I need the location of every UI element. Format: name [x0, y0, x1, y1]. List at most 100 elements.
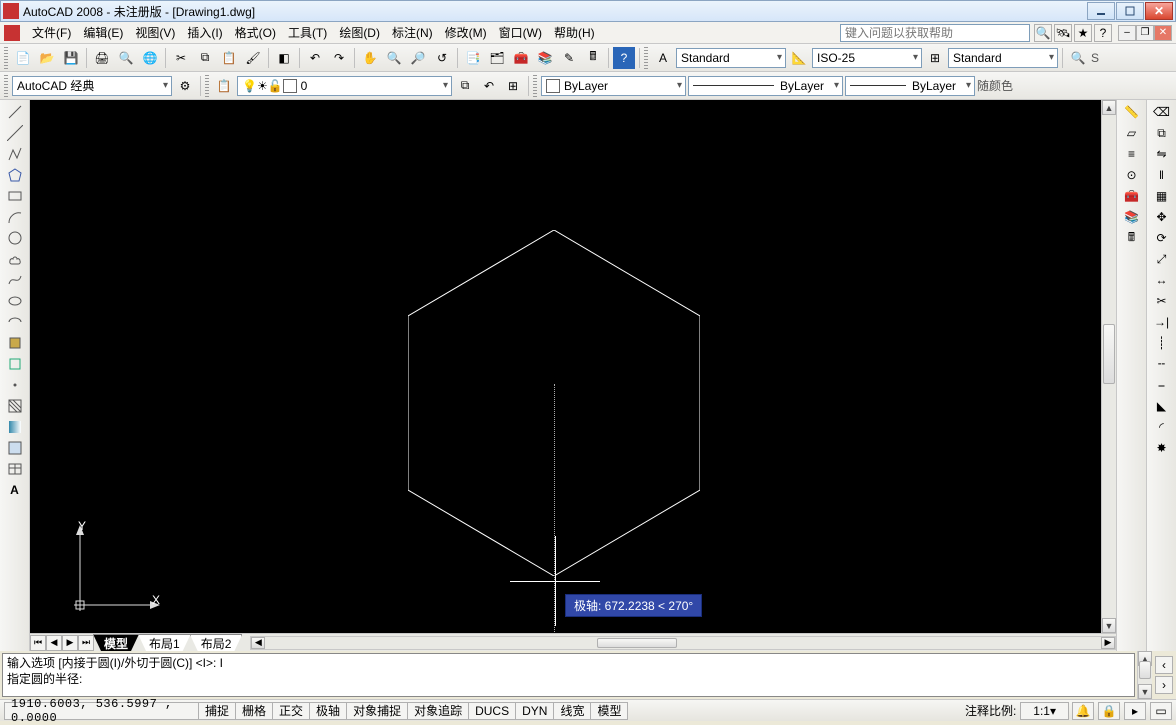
insert-block-icon[interactable]: [4, 333, 26, 353]
maximize-button[interactable]: [1116, 2, 1144, 20]
polygon-icon[interactable]: [4, 165, 26, 185]
toggle-dyn[interactable]: DYN: [515, 702, 554, 720]
tab-last-icon[interactable]: ⏭: [78, 635, 94, 651]
menu-draw[interactable]: 绘图(D): [333, 22, 386, 43]
array-icon[interactable]: ▦: [1151, 186, 1173, 206]
toggle-otrack[interactable]: 对象追踪: [407, 702, 469, 720]
extend-icon[interactable]: →|: [1151, 312, 1173, 332]
print-icon[interactable]: 🖨: [91, 47, 113, 69]
design-center-icon[interactable]: 🗂: [486, 47, 508, 69]
annoscale-select[interactable]: 1:1 ▾: [1020, 702, 1069, 720]
scroll-left-icon[interactable]: ◀: [251, 637, 265, 649]
mdi-minimize-button[interactable]: –: [1118, 25, 1136, 41]
workspace-select[interactable]: AutoCAD 经典: [12, 76, 172, 96]
gradient-icon[interactable]: [4, 417, 26, 437]
paste-icon[interactable]: 📋: [218, 47, 240, 69]
erase-icon[interactable]: ⌫: [1151, 102, 1173, 122]
scale-icon[interactable]: ⤢: [1151, 249, 1173, 269]
text-style-select[interactable]: Standard: [676, 48, 786, 68]
zoom-realtime-icon[interactable]: 🔍: [383, 47, 405, 69]
sheet-set-btn-icon[interactable]: 📚: [1121, 207, 1143, 227]
block-editor-icon[interactable]: ◧: [273, 47, 295, 69]
zoom-window-icon[interactable]: 🔎: [407, 47, 429, 69]
workspace-settings-icon[interactable]: ⚙: [174, 75, 196, 97]
tab-model[interactable]: 模型: [93, 634, 139, 651]
color-select[interactable]: ByLayer: [541, 76, 686, 96]
table-style-icon[interactable]: ⊞: [924, 47, 946, 69]
menu-tools[interactable]: 工具(T): [282, 22, 333, 43]
annoscale-autoadd-icon[interactable]: 🔒: [1098, 702, 1120, 720]
drawing-area[interactable]: 极轴: 672.2238 < 270° Y X ▲ ▼: [30, 100, 1116, 633]
vertical-scrollbar[interactable]: ▲ ▼: [1101, 100, 1116, 633]
mtext-icon[interactable]: A: [4, 480, 26, 500]
hscroll-thumb[interactable]: [597, 638, 677, 648]
toggle-grid[interactable]: 栅格: [235, 702, 273, 720]
layer-tools-icon[interactable]: ⊞: [502, 75, 524, 97]
trim-icon[interactable]: ✂: [1151, 291, 1173, 311]
copy-icon[interactable]: ⧉: [194, 47, 216, 69]
undo-icon[interactable]: ↶: [304, 47, 326, 69]
menu-file[interactable]: 文件(F): [26, 22, 77, 43]
minimize-button[interactable]: [1087, 2, 1115, 20]
table-icon[interactable]: [4, 459, 26, 479]
lineweight-select[interactable]: ByLayer: [845, 76, 975, 96]
xline-icon[interactable]: [4, 123, 26, 143]
region-icon[interactable]: [4, 438, 26, 458]
cmd-scroll-down-icon[interactable]: ▼: [1138, 684, 1152, 699]
tool-palettes-icon[interactable]: 🧰: [510, 47, 532, 69]
zoom-previous-icon[interactable]: ↺: [431, 47, 453, 69]
ellipse-icon[interactable]: [4, 291, 26, 311]
copy-obj-icon[interactable]: ⧉: [1151, 123, 1173, 143]
tab-first-icon[interactable]: ⏮: [30, 635, 46, 651]
point-icon[interactable]: [4, 375, 26, 395]
stretch-icon[interactable]: ↔: [1151, 270, 1173, 290]
cmd-scrollbar[interactable]: ▲ ▼: [1137, 651, 1152, 699]
make-block-icon[interactable]: [4, 354, 26, 374]
markup-set-icon[interactable]: ✎: [558, 47, 580, 69]
text-style-icon[interactable]: A: [652, 47, 674, 69]
help-toolbar-icon[interactable]: ?: [613, 47, 635, 69]
tab-layout1[interactable]: 布局1: [138, 634, 191, 651]
find-icon[interactable]: 🔍: [1067, 47, 1089, 69]
toggle-ortho[interactable]: 正交: [272, 702, 310, 720]
break-icon[interactable]: ╌: [1151, 354, 1173, 374]
layer-previous-icon[interactable]: ↶: [478, 75, 500, 97]
polyline-icon[interactable]: [4, 144, 26, 164]
sheet-set-icon[interactable]: 📚: [534, 47, 556, 69]
circle-icon[interactable]: [4, 228, 26, 248]
coordinate-display[interactable]: 1910.6003, 536.5997 , 0.0000: [4, 702, 199, 720]
revcloud-icon[interactable]: [4, 249, 26, 269]
toggle-polar[interactable]: 极轴: [309, 702, 347, 720]
area-icon[interactable]: ▱: [1121, 123, 1143, 143]
break-at-icon[interactable]: ┊: [1151, 333, 1173, 353]
ellipse-arc-icon[interactable]: [4, 312, 26, 332]
dim-style-select[interactable]: ISO-25: [812, 48, 922, 68]
commcenter-icon[interactable]: 🛰: [1054, 24, 1072, 42]
vscroll-thumb[interactable]: [1103, 324, 1115, 384]
close-button[interactable]: ✕: [1145, 2, 1173, 20]
mirror-icon[interactable]: ⇋: [1151, 144, 1173, 164]
clean-screen-icon[interactable]: ▭: [1150, 702, 1172, 720]
toggle-modelspace[interactable]: 模型: [590, 702, 628, 720]
toggle-lwt[interactable]: 线宽: [553, 702, 591, 720]
cmd-scroll-thumb[interactable]: [1139, 661, 1151, 679]
toggle-snap[interactable]: 捕捉: [198, 702, 236, 720]
tab-next-icon[interactable]: ▶: [62, 635, 78, 651]
arc-icon[interactable]: [4, 207, 26, 227]
line-icon[interactable]: [4, 102, 26, 122]
toggle-ducs[interactable]: DUCS: [468, 702, 516, 720]
scroll-down-icon[interactable]: ▼: [1102, 618, 1116, 633]
layer-select[interactable]: 💡 ☀ 🔓 0: [237, 76, 452, 96]
save-icon[interactable]: 💾: [60, 47, 82, 69]
fillet-icon[interactable]: ◜: [1151, 417, 1173, 437]
dim-style-icon[interactable]: 📐: [788, 47, 810, 69]
layer-manager-icon[interactable]: 📋: [213, 75, 235, 97]
menu-edit[interactable]: 编辑(E): [77, 22, 129, 43]
properties-icon[interactable]: 📑: [462, 47, 484, 69]
tool-palettes-btn-icon[interactable]: 🧰: [1121, 186, 1143, 206]
layer-states-icon[interactable]: ⧉: [454, 75, 476, 97]
offset-icon[interactable]: ‖: [1151, 165, 1173, 185]
menu-modify[interactable]: 修改(M): [439, 22, 493, 43]
linetype-select[interactable]: ByLayer: [688, 76, 843, 96]
open-icon[interactable]: 📂: [36, 47, 58, 69]
